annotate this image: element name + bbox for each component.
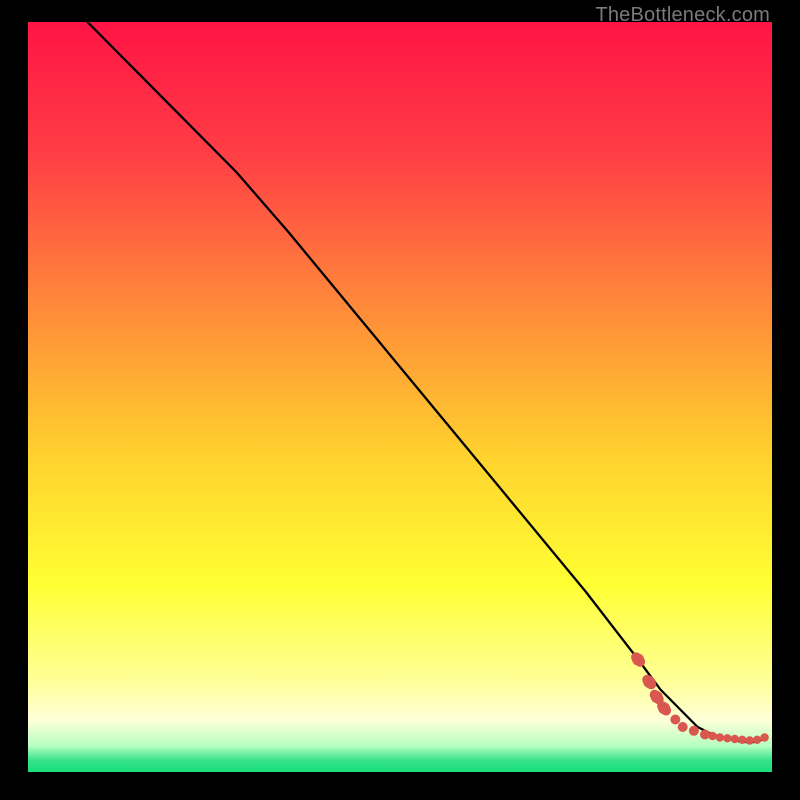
tail-dot: [723, 734, 731, 742]
tail-dot: [670, 715, 680, 725]
tail-dot: [760, 733, 768, 741]
tail-dot: [731, 735, 739, 743]
tail-dots: [629, 650, 769, 744]
tail-dot: [689, 726, 699, 736]
tail-dot: [708, 732, 716, 740]
bottleneck-curve: [28, 22, 772, 772]
plot-area: [28, 22, 772, 772]
tail-dot: [678, 722, 688, 732]
tail-dot: [738, 736, 746, 744]
tail-dash: [640, 673, 658, 692]
tail-dot: [716, 733, 724, 741]
watermark-text: TheBottleneck.com: [595, 4, 770, 27]
tail-dot: [753, 736, 761, 744]
curve-path: [88, 22, 765, 742]
tail-dot: [700, 730, 710, 740]
chart-frame: TheBottleneck.com: [0, 0, 800, 800]
tail-dot: [746, 736, 754, 744]
